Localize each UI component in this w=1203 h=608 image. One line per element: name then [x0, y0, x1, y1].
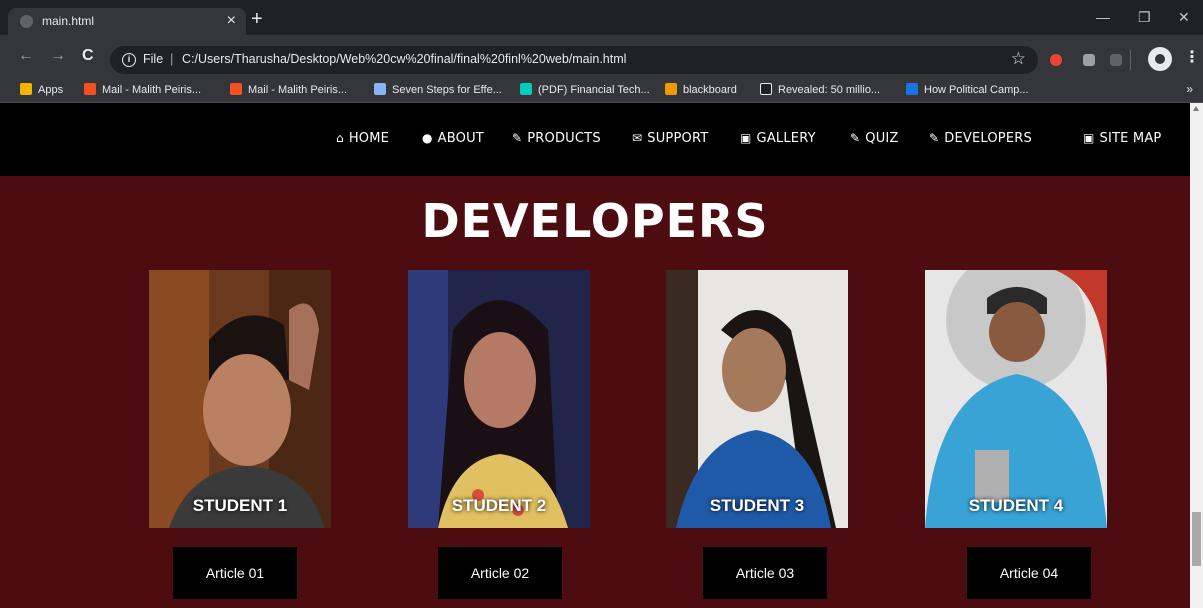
developer-photo-3: STUDENT 3 — [666, 270, 848, 528]
close-tab-icon[interactable]: × — [227, 11, 236, 31]
bookmark-label: Revealed: 50 millio... — [778, 84, 881, 96]
microsoft-icon — [230, 83, 242, 95]
article-03-button[interactable]: Article 03 — [703, 547, 827, 599]
scrollbar-thumb[interactable] — [1192, 512, 1201, 566]
user-icon: ● — [422, 131, 433, 145]
bookmark-label: (PDF) Financial Tech... — [538, 84, 650, 96]
browser-menu-icon[interactable]: ⋮ — [1184, 48, 1200, 68]
tab-title: main.html — [42, 14, 95, 28]
bookmark-star-icon[interactable]: ☆ — [1011, 49, 1026, 69]
home-icon: ⌂ — [336, 131, 344, 145]
edit-icon: ✎ — [929, 131, 940, 145]
developers-section: DEVELOPERS STUDENT 1 STUDENT 2 STUDENT 3… — [0, 176, 1190, 608]
portrait-image — [925, 270, 1107, 528]
close-window-icon[interactable]: ✕ — [1178, 8, 1190, 26]
nav-label: SUPPORT — [647, 131, 709, 146]
site-navbar: ⌂ HOME ● ABOUT ✎ PRODUCTS ✉ SUPPORT ▣ GALLERY… — [0, 103, 1190, 176]
nav-support[interactable]: ✉ SUPPORT — [632, 131, 708, 146]
nav-gallery[interactable]: ▣ GALLERY — [740, 131, 816, 146]
nav-label: ABOUT — [437, 131, 484, 146]
bookmark-label: How Political Camp... — [924, 84, 1029, 96]
site-icon — [374, 83, 386, 95]
envelope-icon: ✉ — [632, 131, 643, 145]
scroll-up-icon[interactable] — [1193, 106, 1199, 111]
image-icon: ▣ — [1083, 131, 1095, 145]
nav-label: PRODUCTS — [527, 131, 601, 146]
developer-caption: STUDENT 2 — [451, 496, 547, 515]
browser-tab[interactable]: main.html × — [8, 8, 246, 35]
guardian-icon — [760, 83, 772, 95]
bookmark-label: Mail - Malith Peiris... — [248, 84, 348, 96]
developer-caption: STUDENT 1 — [192, 496, 288, 515]
developer-caption: STUDENT 3 — [709, 496, 805, 515]
article-02-button[interactable]: Article 02 — [438, 547, 562, 599]
bookmarks-overflow-icon[interactable]: » — [1186, 82, 1193, 96]
nav-label: HOME — [348, 131, 390, 146]
bookmark-apps[interactable]: Apps — [20, 82, 63, 98]
nav-quiz[interactable]: ✎ QUIZ — [850, 131, 899, 146]
new-tab-button[interactable]: + — [251, 9, 263, 29]
nav-label: DEVELOPERS — [944, 131, 1032, 146]
nav-label: SITE MAP — [1099, 131, 1162, 146]
nav-developers[interactable]: ✎ DEVELOPERS — [929, 131, 1032, 146]
nav-label: GALLERY — [756, 131, 816, 146]
article-04-button[interactable]: Article 04 — [967, 547, 1091, 599]
blackboard-icon — [665, 83, 677, 95]
bookmark-item[interactable]: blackboard — [665, 82, 737, 98]
url-separator: | — [170, 51, 174, 66]
bookmarks-bar: Apps Mail - Malith Peiris... Mail - Mali… — [0, 77, 1203, 103]
developer-photo-1: STUDENT 1 — [149, 270, 331, 528]
apps-grid-icon — [20, 83, 32, 95]
developer-photo-4: STUDENT 4 — [925, 270, 1107, 528]
site-icon — [906, 83, 918, 95]
researchgate-icon — [520, 83, 532, 95]
globe-icon — [20, 15, 33, 28]
extension-icon[interactable] — [1083, 54, 1095, 66]
bookmark-item[interactable]: Mail - Malith Peiris... — [230, 82, 347, 98]
bookmark-item[interactable]: How Political Camp... — [906, 82, 1029, 98]
back-icon[interactable]: ← — [18, 46, 34, 66]
url-scheme-label: File — [143, 52, 164, 66]
reload-icon[interactable]: C — [82, 46, 94, 66]
edit-icon: ✎ — [850, 131, 861, 145]
bookmark-label: Seven Steps for Effe... — [392, 84, 502, 96]
extension-icon[interactable] — [1110, 54, 1122, 66]
microsoft-icon — [84, 83, 96, 95]
bookmark-item[interactable]: Revealed: 50 millio... — [760, 82, 880, 98]
address-bar[interactable]: i File | C:/Users/Tharusha/Desktop/Web%2… — [110, 46, 1038, 74]
bookmark-item[interactable]: Mail - Malith Peiris... — [84, 82, 201, 98]
bookmark-label: Apps — [38, 84, 64, 96]
nav-products[interactable]: ✎ PRODUCTS — [512, 131, 601, 146]
page-scrollbar[interactable] — [1190, 103, 1203, 608]
portrait-image — [666, 270, 848, 528]
minimize-icon[interactable]: — — [1096, 8, 1110, 26]
portrait-image — [149, 270, 331, 528]
developer-photo-2: STUDENT 2 — [408, 270, 590, 528]
nav-site-map[interactable]: ▣ SITE MAP — [1083, 131, 1161, 146]
bookmark-item[interactable]: (PDF) Financial Tech... — [520, 82, 650, 98]
page-viewport: ⌂ HOME ● ABOUT ✎ PRODUCTS ✉ SUPPORT ▣ GALLERY… — [0, 103, 1203, 608]
article-01-button[interactable]: Article 01 — [173, 547, 297, 599]
developer-caption: STUDENT 4 — [968, 496, 1064, 515]
info-icon[interactable]: i — [122, 53, 136, 67]
restore-icon[interactable]: ❐ — [1138, 8, 1151, 26]
nav-label: QUIZ — [865, 131, 899, 146]
bookmark-label: Mail - Malith Peiris... — [102, 84, 202, 96]
url-text[interactable]: C:/Users/Tharusha/Desktop/Web%20cw%20fin… — [182, 52, 626, 66]
bookmark-item[interactable]: Seven Steps for Effe... — [374, 82, 502, 98]
page-title: DEVELOPERS — [421, 194, 769, 248]
nav-home[interactable]: ⌂ HOME — [336, 131, 389, 146]
portrait-image — [408, 270, 590, 528]
browser-tab-strip: main.html × + — ❐ ✕ — [0, 0, 1203, 35]
edit-icon: ✎ — [512, 131, 523, 145]
bookmark-label: blackboard — [683, 84, 737, 96]
extension-icon[interactable] — [1050, 54, 1062, 66]
forward-icon[interactable]: → — [50, 46, 66, 66]
image-icon: ▣ — [740, 131, 752, 145]
profile-avatar-icon[interactable] — [1148, 47, 1172, 71]
nav-about[interactable]: ● ABOUT — [422, 131, 484, 146]
toolbar-divider — [1130, 50, 1131, 70]
